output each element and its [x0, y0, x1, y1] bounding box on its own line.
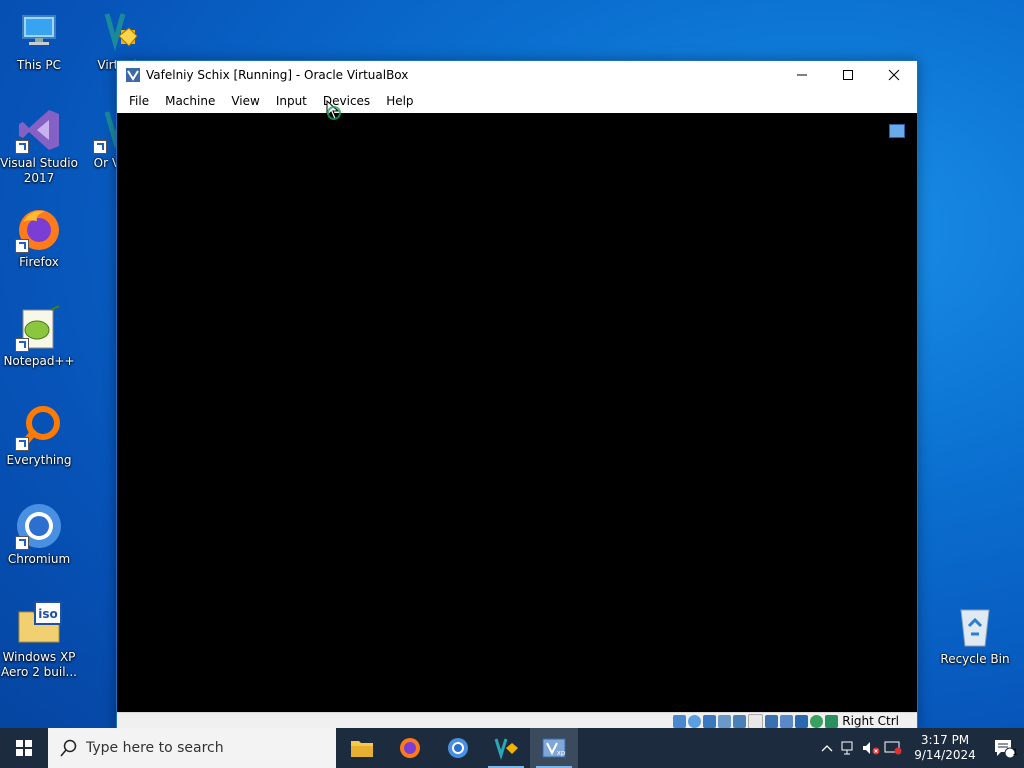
window-title: Vafelniy Schix [Running] - Oracle Virtua…	[146, 68, 409, 82]
shortcut-arrow-icon	[15, 437, 29, 451]
menu-view[interactable]: View	[223, 94, 267, 108]
volume-button[interactable]	[860, 728, 882, 768]
title-bar[interactable]: Vafelniy Schix [Running] - Oracle Virtua…	[117, 61, 917, 89]
network-icon[interactable]	[718, 714, 732, 728]
menu-input[interactable]: Input	[268, 94, 315, 108]
svg-text:xp: xp	[557, 749, 566, 757]
desktop-icon-visual-studio[interactable]: Visual Studio 2017	[0, 106, 78, 186]
hard-disk-icon[interactable]	[673, 714, 687, 728]
recording-icon[interactable]	[780, 714, 794, 728]
optical-drive-icon[interactable]	[688, 714, 702, 728]
menu-file[interactable]: File	[121, 94, 157, 108]
chevron-up-icon	[821, 745, 833, 752]
display-icon[interactable]	[765, 714, 779, 728]
desktop-icon-label: Windows XP Aero 2 buil...	[1, 650, 77, 679]
menu-bar: File Machine View Input Devices Help	[117, 89, 917, 113]
desktop-icon-label: Notepad++	[3, 354, 75, 368]
virtualbox-icon	[494, 738, 518, 760]
taskbar-search-box[interactable]: Type here to search	[48, 728, 336, 768]
start-button[interactable]	[0, 728, 48, 768]
virtualbox-vm-window[interactable]: Vafelniy Schix [Running] - Oracle Virtua…	[116, 60, 918, 730]
mouse-integration-icon[interactable]	[810, 714, 824, 728]
desktop-icon-label: Recycle Bin	[940, 652, 1010, 666]
search-icon	[60, 739, 77, 757]
taskbar-chromium[interactable]	[434, 728, 482, 768]
menu-machine[interactable]: Machine	[157, 94, 223, 108]
desktop-icon-label: Everything	[6, 453, 72, 467]
shortcut-arrow-icon	[15, 140, 29, 154]
taskbar-virtualbox-manager[interactable]	[482, 728, 530, 768]
desktop-icon-everything[interactable]: Everything	[0, 403, 78, 468]
minimize-icon	[797, 74, 807, 76]
desktop-icon-this-pc[interactable]: This PC	[0, 8, 78, 73]
system-tray: 3:17 PM 9/14/2024 1	[816, 728, 1024, 768]
chromium-icon	[448, 738, 468, 758]
everything-search-icon	[15, 403, 63, 451]
minimize-button[interactable]	[779, 61, 825, 89]
notepadpp-icon	[15, 304, 63, 352]
shortcut-arrow-icon	[15, 239, 29, 253]
shortcut-arrow-icon	[93, 140, 107, 154]
svg-text:iso: iso	[38, 607, 58, 621]
taskbar-firefox[interactable]	[386, 728, 434, 768]
windows-logo-icon	[16, 740, 32, 756]
taskbar: Type here to search xp 3:17 PM 9/14/2024	[0, 728, 1024, 768]
taskbar-virtualbox-vm[interactable]: xp	[530, 728, 578, 768]
shortcut-arrow-icon	[15, 338, 29, 352]
taskbar-file-explorer[interactable]	[338, 728, 386, 768]
folder-icon	[351, 741, 373, 757]
desktop-icon-label: Chromium	[7, 552, 71, 566]
menu-help[interactable]: Help	[378, 94, 421, 108]
message-notification-icon[interactable]	[889, 124, 905, 138]
cpu-icon[interactable]	[795, 714, 809, 728]
keyboard-capture-icon[interactable]	[825, 714, 839, 728]
virtualbox-icon	[93, 8, 141, 56]
display-projection-button[interactable]	[882, 728, 904, 768]
recycle-bin-icon	[951, 602, 999, 650]
firefox-icon	[15, 205, 63, 253]
maximize-button[interactable]	[825, 61, 871, 89]
mouse-cursor-icon	[326, 100, 341, 120]
virtualbox-vm-icon	[125, 67, 141, 83]
action-center-button[interactable]: 1	[984, 728, 1024, 768]
clock-date: 9/14/2024	[914, 748, 976, 762]
shortcut-arrow-icon	[15, 536, 29, 550]
visual-studio-icon	[15, 106, 63, 154]
vm-display[interactable]	[117, 113, 917, 712]
taskbar-clock[interactable]: 3:17 PM 9/14/2024	[906, 733, 984, 763]
audio-icon[interactable]	[703, 714, 717, 728]
desktop-icon-notepadpp[interactable]: Notepad++	[0, 304, 78, 369]
shared-folder-icon[interactable]	[748, 713, 764, 729]
desktop-icon-label: Visual Studio 2017	[0, 156, 78, 185]
speaker-muted-icon	[863, 742, 880, 755]
desktop-icon-label: Firefox	[19, 255, 59, 269]
host-key-label: Right Ctrl	[842, 714, 899, 728]
close-icon	[888, 69, 900, 81]
close-button[interactable]	[871, 61, 917, 89]
clock-time: 3:17 PM	[920, 733, 970, 747]
notification-count-badge: 1	[1012, 748, 1018, 758]
iso-file-icon: iso	[15, 600, 63, 648]
network-icon	[841, 741, 853, 755]
monitor-warning-icon	[884, 741, 902, 755]
search-placeholder: Type here to search	[86, 740, 224, 756]
usb-icon[interactable]	[733, 714, 747, 728]
menu-devices[interactable]: Devices	[315, 94, 378, 108]
computer-icon	[15, 8, 63, 56]
vm-status-bar: Right Ctrl	[117, 712, 917, 729]
firefox-icon	[400, 738, 420, 758]
show-hidden-icons-button[interactable]	[816, 728, 838, 768]
chromium-icon	[15, 502, 63, 550]
network-status-button[interactable]	[838, 728, 860, 768]
virtualbox-vm-icon: xp	[542, 738, 566, 758]
desktop-icon-chromium[interactable]: Chromium	[0, 502, 78, 567]
desktop-icon-firefox[interactable]: Firefox	[0, 205, 78, 270]
desktop-icon-winxp-iso[interactable]: iso Windows XP Aero 2 buil...	[0, 600, 78, 680]
maximize-icon	[843, 70, 853, 80]
desktop-icon-recycle-bin[interactable]: Recycle Bin	[936, 602, 1014, 667]
desktop-icon-label: This PC	[17, 58, 61, 72]
